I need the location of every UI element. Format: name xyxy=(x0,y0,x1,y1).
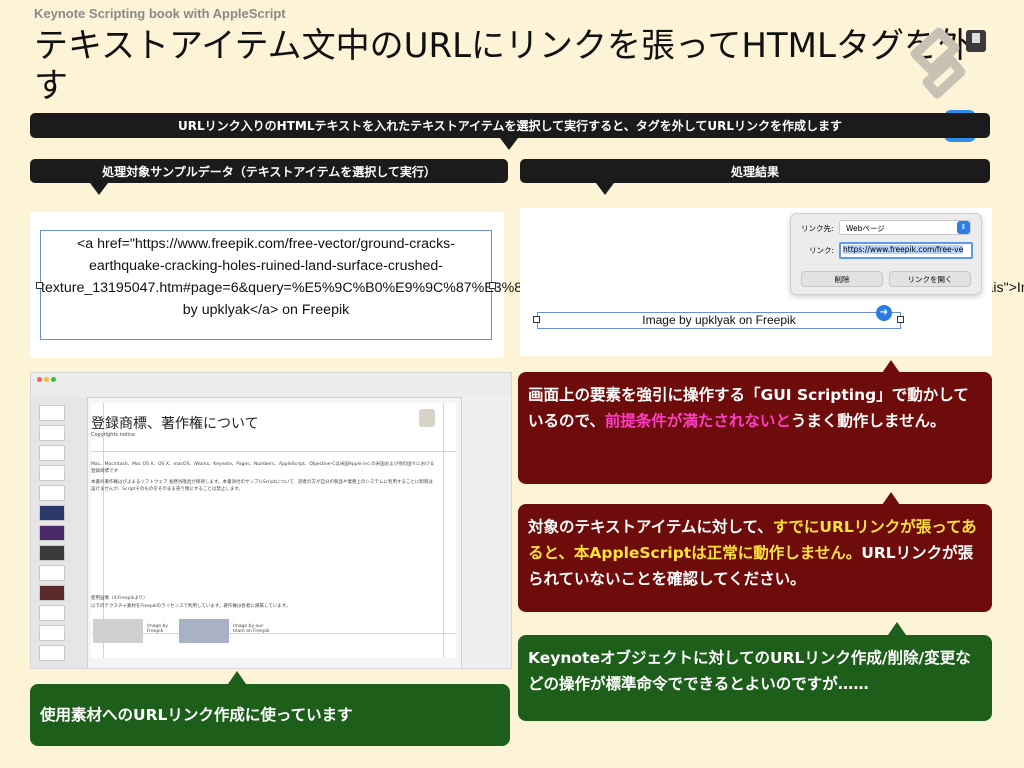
format-inspector xyxy=(461,397,511,668)
url-value: https://www.freepik.com/free-ve xyxy=(843,245,964,254)
link-type-select[interactable]: Webページ ⇕ xyxy=(839,220,971,235)
result-text: Image by upklyak on Freepik xyxy=(642,313,796,327)
note-text: Keynoteオブジェクトに対してのURLリンク作成/削除/変更などの操作が標準… xyxy=(528,649,971,693)
existing-link-warning-note: 対象のテキストアイテムに対して、すでにURLリンクが張ってあると、本AppleS… xyxy=(518,504,992,612)
note-highlight: 前提条件が満たされないと xyxy=(604,412,791,430)
slide-thumbnail[interactable] xyxy=(39,465,65,481)
slide-thumbnail[interactable] xyxy=(39,565,65,581)
link-arrow-icon[interactable]: ➜ xyxy=(876,305,892,321)
close-button-icon[interactable] xyxy=(37,377,42,382)
slide-thumbnail[interactable] xyxy=(39,605,65,621)
link-type-label: リンク先: xyxy=(801,224,834,233)
minimize-button-icon[interactable] xyxy=(44,377,49,382)
top-description-text: URLリンク入りのHTMLテキストを入れたテキストアイテムを選択して実行すると、… xyxy=(178,119,842,133)
keynote-document-icon xyxy=(966,30,986,52)
keynote-slide-title: 登録商標、著作権について xyxy=(91,416,259,432)
green-left-arrow xyxy=(228,671,246,684)
slide-thumbnail[interactable] xyxy=(39,545,65,561)
slide-canvas[interactable]: 登録商標、著作権について Copyrights notice Mac、Macin… xyxy=(91,403,456,658)
slide-thumbnail[interactable] xyxy=(39,405,65,421)
sample-data-bar: 処理対象サンプルデータ（テキストアイテムを選択して実行） xyxy=(30,159,508,183)
delete-link-button[interactable]: 削除 xyxy=(801,271,883,287)
slide-title: テキストアイテム文中のURLにリンクを張ってHTMLタグを外す xyxy=(34,26,972,106)
note-text: 対象のテキストアイテムに対して、 xyxy=(528,518,773,536)
note-text: 使用素材へのURLリンク作成に使っています xyxy=(40,706,353,724)
open-link-label: リンクを開く xyxy=(907,274,953,284)
texture-image xyxy=(93,619,143,643)
book-title: Keynote Scripting book with AppleScript xyxy=(34,6,286,21)
keynote-credit-a: Image by Freepik xyxy=(147,624,169,634)
slide-thumbnail[interactable] xyxy=(39,485,65,501)
slide-thumbnail[interactable] xyxy=(39,445,65,461)
note-text: うまく動作しません。 xyxy=(790,412,946,430)
delete-link-label: 削除 xyxy=(834,274,850,284)
url-field[interactable]: https://www.freepik.com/free-ve xyxy=(839,242,973,259)
open-link-button[interactable]: リンクを開く xyxy=(889,271,971,287)
chevron-updown-icon: ⇕ xyxy=(957,221,970,234)
usage-note: 使用素材へのURLリンク作成に使っています xyxy=(30,684,510,746)
result-bar: 処理結果 xyxy=(520,159,990,183)
sample-data-bar-label: 処理対象サンプルデータ（テキストアイテムを選択して実行） xyxy=(102,164,436,179)
slide-thumbnail[interactable] xyxy=(39,425,65,441)
slide-thumbnail[interactable] xyxy=(39,585,65,601)
selection-handle-left[interactable] xyxy=(36,282,43,289)
top-description-bar: URLリンク入りのHTMLテキストを入れたテキストアイテムを選択して実行すると、… xyxy=(30,113,990,138)
keynote-body-line2: 本書の著作権はぴよまるソフトウェア 長野谷隆昌が保持します。本書添付のサンプルS… xyxy=(91,480,433,492)
texture-image xyxy=(179,619,229,643)
keynote-window-screenshot: 登録商標、著作権について Copyrights notice Mac、Macin… xyxy=(30,372,512,669)
keynote-credit-b: Image by our-team on Freepik xyxy=(233,624,270,634)
sample-html-textbox[interactable]: <a href="https://www.freepik.com/free-ve… xyxy=(40,230,1024,340)
green-right-arrow xyxy=(888,622,906,635)
slide-navigator xyxy=(31,397,88,668)
watermark-logo-icon xyxy=(905,20,967,100)
keynote-credit-heading: 使用画像（©Freepikより） xyxy=(91,596,148,601)
result-handle-left[interactable] xyxy=(533,316,540,323)
keynote-api-wish-note: Keynoteオブジェクトに対してのURLリンク作成/削除/変更などの操作が標準… xyxy=(518,635,992,721)
result-textbox[interactable]: Image by upklyak on Freepik xyxy=(537,312,901,329)
slide-thumbnail[interactable] xyxy=(39,505,65,521)
gui-scripting-note: 画面上の要素を強引に操作する「GUI Scripting」で動かしているので、前… xyxy=(518,372,992,484)
keynote-toolbar xyxy=(31,373,511,398)
top-bar-arrow xyxy=(500,138,518,150)
watermark-logo-icon xyxy=(419,409,435,427)
url-label: リンク: xyxy=(809,246,835,255)
slide-thumbnail[interactable] xyxy=(39,645,65,661)
link-type-value: Webページ xyxy=(846,224,885,233)
keynote-body-line1: Mac、Macintosh、Mac OS X、OS X、macOS、iWorks… xyxy=(91,462,435,474)
link-popover: リンク先: Webページ ⇕ リンク: https://www.freepik.… xyxy=(790,213,982,295)
sample-data-arrow xyxy=(90,183,108,195)
result-arrow xyxy=(596,183,614,195)
slide-thumbnail[interactable] xyxy=(39,625,65,641)
zoom-button-icon[interactable] xyxy=(51,377,56,382)
selection-handle-right[interactable] xyxy=(489,282,496,289)
keynote-credit-line: 以下のテクスチャ素材をFreepikのライセンスで利用しています。著作権は各者に… xyxy=(91,604,291,609)
result-handle-right[interactable] xyxy=(897,316,904,323)
slide-thumbnail[interactable] xyxy=(39,525,65,541)
keynote-slide-subtitle: Copyrights notice xyxy=(91,432,136,438)
result-bar-label: 処理結果 xyxy=(730,164,779,179)
